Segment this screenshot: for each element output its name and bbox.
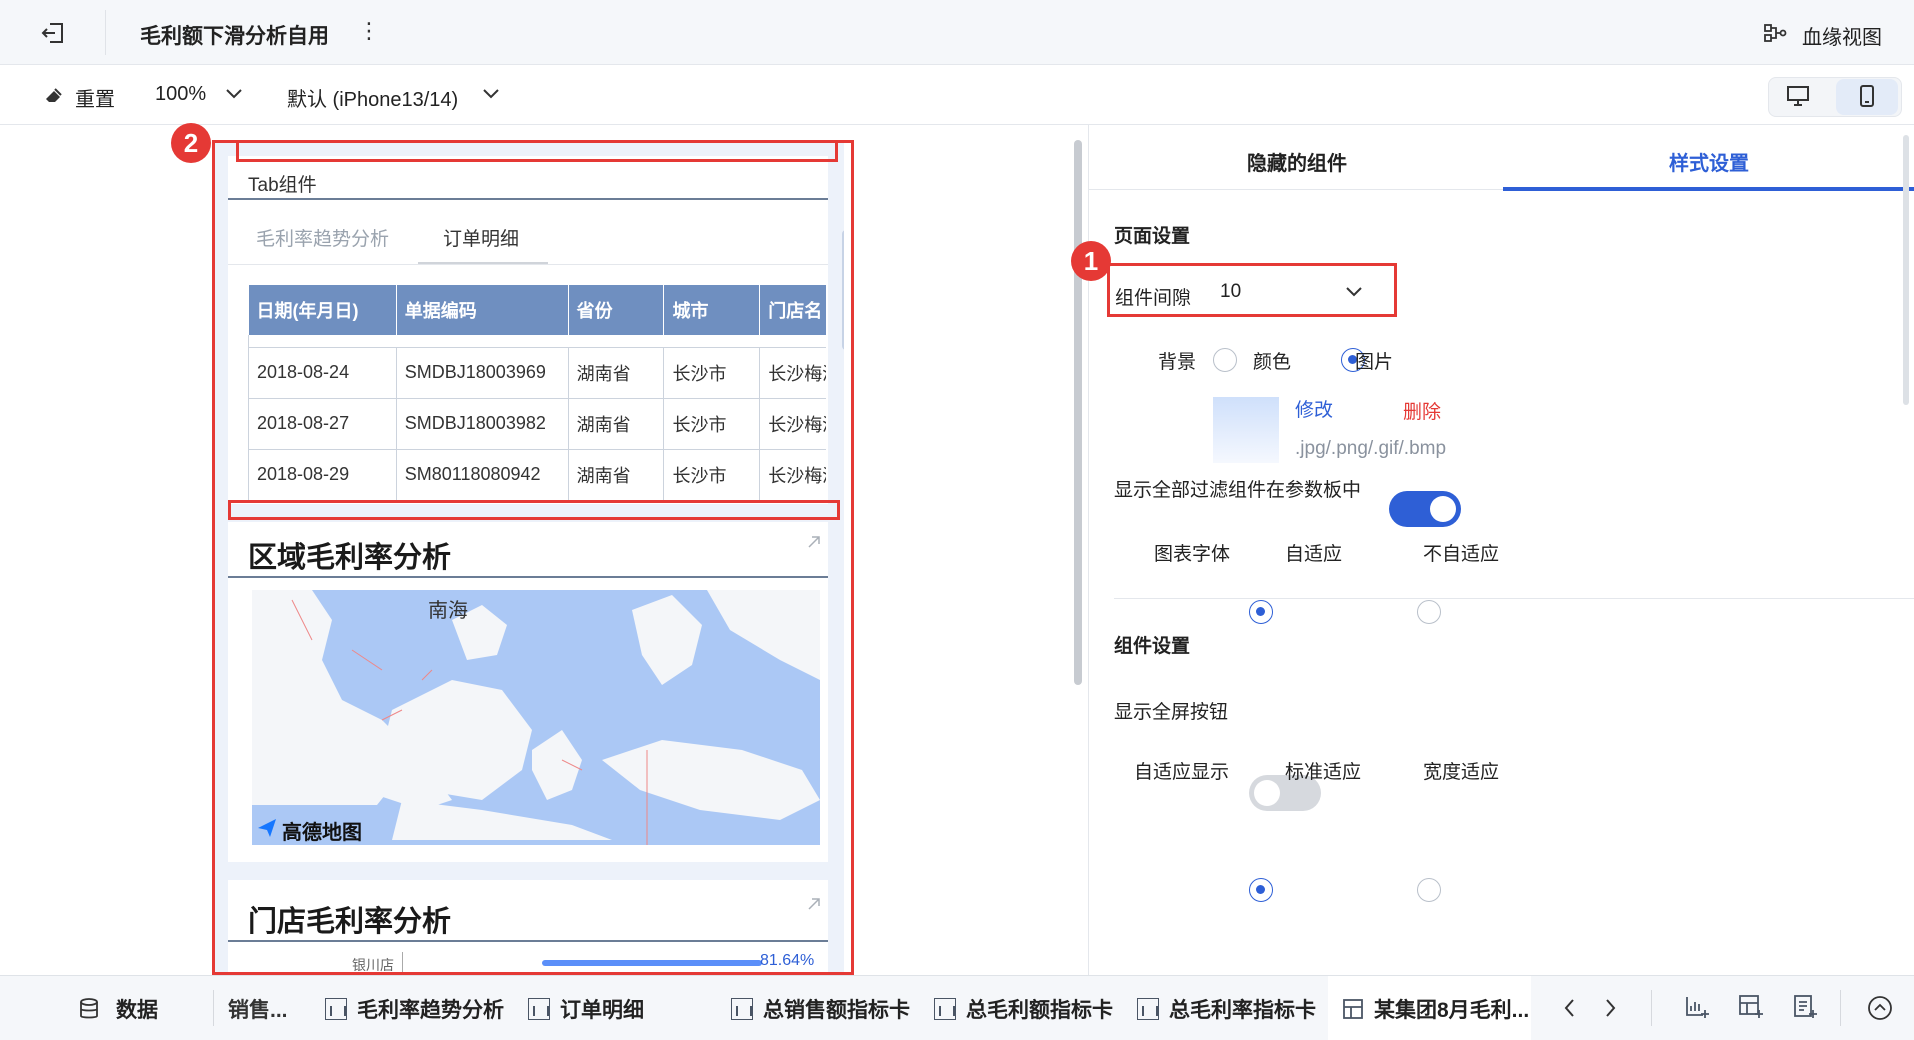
gap-select[interactable]: 10	[1220, 281, 1241, 303]
sheet-tab-label: 总毛利率指标卡	[1169, 998, 1316, 1022]
divider	[213, 990, 214, 1026]
database-icon	[78, 997, 100, 1021]
dashboard-icon	[1342, 998, 1364, 1020]
chevron-left-icon[interactable]	[1562, 997, 1578, 1019]
sheet-tab[interactable]: 销售...	[228, 976, 288, 1040]
toolbar: 重置 100% 默认 (iPhone13/14)	[0, 65, 1914, 125]
divider	[1840, 990, 1841, 1026]
chart-icon	[731, 997, 753, 1020]
sheet-tab-label: 总销售额指标卡	[763, 998, 910, 1022]
tab-style-settings[interactable]: 样式设置	[1669, 147, 1749, 176]
highlight-box-top-gap	[236, 140, 838, 162]
annotation-badge-2: 2	[171, 123, 211, 163]
chart-font-label: 图表字体	[1154, 544, 1231, 565]
sheet-tab-label: 毛利率趋势分析	[357, 998, 504, 1022]
sheet-tab[interactable]: 订单明细	[528, 976, 644, 1040]
sheet-tab[interactable]: 总毛利额指标卡	[934, 976, 1113, 1040]
fullscreen-label: 显示全屏按钮	[1114, 702, 1229, 723]
chart-font-non-adaptive-radio[interactable]	[1417, 600, 1442, 624]
panel-scrollbar[interactable]	[1903, 135, 1909, 405]
more-icon[interactable]: ⋮	[358, 18, 380, 44]
standard-fit-radio[interactable]	[1249, 878, 1273, 902]
zoom-select[interactable]: 100%	[155, 83, 206, 106]
adaptive-display-label: 自适应显示	[1134, 762, 1230, 783]
section-component-settings: 组件设置	[1114, 636, 1191, 657]
standard-fit-label: 标准适应	[1285, 762, 1362, 783]
background-label: 背景	[1158, 352, 1197, 373]
device-select[interactable]: 默认 (iPhone13/14)	[287, 83, 458, 112]
chevron-down-icon[interactable]	[225, 87, 243, 101]
data-tab[interactable]: 数据	[78, 976, 158, 1040]
sheet-tab-label: 订单明细	[560, 998, 644, 1022]
highlight-box-mid-gap	[228, 500, 840, 520]
add-dashboard-icon[interactable]	[1738, 994, 1764, 1020]
top-bar: 毛利额下滑分析自用 ⋮ 血缘视图	[0, 0, 1914, 65]
chart-font-non-adaptive-label: 不自适应	[1423, 544, 1500, 565]
desktop-icon[interactable]	[1786, 85, 1810, 107]
data-tab-label: 数据	[116, 998, 158, 1022]
chart-font-adaptive-label: 自适应	[1285, 544, 1343, 565]
chart-icon	[528, 997, 550, 1020]
sheet-tab[interactable]: 毛利率趋势分析	[325, 976, 504, 1040]
sheet-tab[interactable]: 总毛利率指标卡	[1137, 976, 1316, 1040]
gap-label: 组件间隙	[1115, 288, 1192, 309]
width-fit-label: 宽度适应	[1423, 762, 1500, 783]
modify-link[interactable]: 修改	[1295, 395, 1333, 422]
image-format-hint: .jpg/.png/.gif/.bmp	[1295, 438, 1447, 459]
chart-font-adaptive-radio[interactable]	[1249, 600, 1273, 624]
sheet-tab-label: 某集团8月毛利...	[1374, 998, 1530, 1022]
exit-icon[interactable]	[40, 20, 66, 46]
sheet-tab-bar: 数据 销售... 毛利率趋势分析 订单明细 总销售额指标卡 总毛利额指标卡 总毛…	[0, 975, 1914, 1040]
chevron-down-icon[interactable]	[1345, 285, 1363, 299]
chart-icon	[934, 997, 956, 1020]
bg-color-radio[interactable]	[1213, 348, 1237, 372]
annotation-badge-1: 1	[1071, 241, 1111, 281]
chevron-right-icon[interactable]	[1602, 997, 1618, 1019]
sheet-tab-label: 总毛利额指标卡	[966, 998, 1113, 1022]
divider	[105, 10, 106, 55]
sheet-tab-active[interactable]: 某集团8月毛利...	[1342, 976, 1529, 1040]
page-title: 毛利额下滑分析自用	[140, 25, 329, 48]
bg-image-label: 图片	[1355, 352, 1394, 373]
bg-image-thumbnail[interactable]	[1213, 397, 1279, 463]
sheet-tab[interactable]: 总销售额指标卡	[731, 976, 910, 1040]
collapse-up-icon[interactable]	[1867, 995, 1893, 1021]
section-page-settings: 页面设置	[1114, 226, 1191, 247]
show-filter-label: 显示全部过滤组件在参数板中	[1114, 480, 1362, 501]
add-chart-icon[interactable]	[1684, 994, 1710, 1020]
divider	[1651, 990, 1652, 1026]
width-fit-radio[interactable]	[1417, 878, 1442, 902]
highlight-box-outer	[212, 140, 854, 975]
sheet-tab-label: 销售...	[228, 998, 288, 1022]
bg-color-label: 颜色	[1253, 352, 1292, 373]
lineage-view-button[interactable]: 血缘视图	[1802, 21, 1882, 50]
chart-icon	[325, 997, 347, 1020]
show-filter-toggle[interactable]	[1389, 491, 1461, 527]
divider	[1114, 598, 1914, 599]
chart-icon	[1137, 997, 1159, 1020]
add-report-icon[interactable]	[1792, 994, 1818, 1020]
style-panel: 隐藏的组件 样式设置 页面设置 1 组件间隙 10 背景 颜色 图片 修改 删除…	[1071, 125, 1914, 975]
canvas-scrollbar[interactable]	[1074, 140, 1082, 685]
delete-link[interactable]: 删除	[1403, 397, 1441, 424]
tab-active-underline	[1503, 187, 1914, 191]
reset-icon[interactable]	[43, 85, 65, 107]
mobile-icon[interactable]	[1858, 84, 1876, 108]
chevron-down-icon[interactable]	[482, 87, 500, 101]
lineage-icon[interactable]	[1763, 22, 1787, 44]
reset-button[interactable]: 重置	[75, 83, 115, 112]
tab-hidden-components[interactable]: 隐藏的组件	[1247, 147, 1347, 176]
